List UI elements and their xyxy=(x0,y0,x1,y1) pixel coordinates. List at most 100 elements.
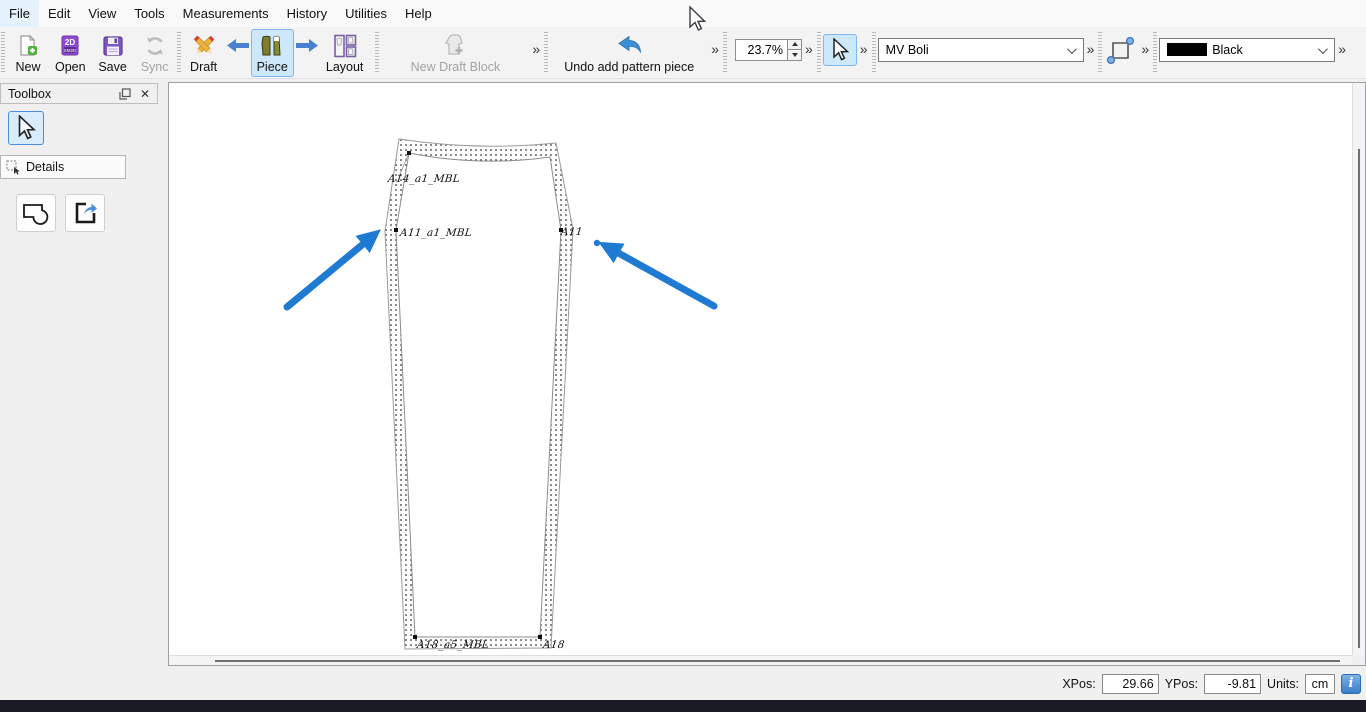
pattern-piece[interactable] xyxy=(385,139,573,649)
vertical-scrollbar-thumb[interactable] xyxy=(1358,149,1360,648)
sync-button-label: Sync xyxy=(141,60,169,74)
pointer-tool-button[interactable] xyxy=(823,34,857,66)
points-square-icon xyxy=(1105,34,1137,66)
sync-icon xyxy=(143,33,167,60)
toolbar-handle[interactable] xyxy=(177,32,181,74)
open-button[interactable]: 2D SM2D Open xyxy=(49,29,92,77)
color-select-value: Black xyxy=(1212,43,1243,57)
pointer-arrow-icon xyxy=(830,38,850,62)
export-icon xyxy=(72,200,98,226)
zoom-increase-button[interactable] xyxy=(788,40,801,50)
save-button-label: Save xyxy=(98,60,127,74)
overflow-chevron[interactable]: » xyxy=(1338,41,1346,57)
new-button[interactable]: New xyxy=(7,29,49,77)
menu-history[interactable]: History xyxy=(278,0,336,27)
new-document-icon xyxy=(16,33,40,60)
piece-mode-icon xyxy=(259,33,285,60)
scrollbar-corner xyxy=(1352,655,1365,665)
draft-mode-label: Draft xyxy=(190,60,217,74)
overflow-chevron[interactable]: » xyxy=(805,41,813,57)
toolbar-handle[interactable] xyxy=(1153,32,1157,74)
open-file-icon: 2D SM2D xyxy=(58,33,82,60)
arrow-right-icon xyxy=(295,37,319,54)
details-tab-label: Details xyxy=(26,160,64,174)
pattern-canvas[interactable]: A14_a1_MBL A11_a1_MBL A11 A18_a5_MBL A18 xyxy=(168,82,1366,666)
layout-mode-label: Layout xyxy=(326,60,364,74)
piece-mode-button[interactable]: Piece xyxy=(251,29,294,77)
horizontal-scrollbar-thumb[interactable] xyxy=(215,660,1340,662)
open-button-label: Open xyxy=(55,60,86,74)
pointer-arrow-icon xyxy=(15,115,37,141)
color-select[interactable]: Black xyxy=(1159,38,1335,62)
layout-mode-icon xyxy=(332,33,358,60)
undo-button[interactable]: Undo add pattern piece xyxy=(550,29,708,77)
label-position-tool-button[interactable] xyxy=(1104,34,1138,66)
units-label: Units: xyxy=(1267,677,1299,691)
save-button[interactable]: Save xyxy=(92,29,134,77)
menu-edit[interactable]: Edit xyxy=(39,0,79,27)
font-select[interactable]: MV Boli xyxy=(878,38,1084,62)
overflow-chevron[interactable]: » xyxy=(1087,41,1095,57)
horizontal-scrollbar[interactable] xyxy=(169,655,1352,665)
toolbar-handle[interactable] xyxy=(817,32,821,74)
canvas-drawing xyxy=(169,83,1365,665)
undo-icon xyxy=(616,33,642,60)
menu-tools[interactable]: Tools xyxy=(125,0,173,27)
menu-bar: File Edit View Tools Measurements Histor… xyxy=(0,0,1366,27)
color-swatch-black xyxy=(1167,43,1207,56)
overflow-chevron[interactable]: » xyxy=(532,41,540,57)
sync-button: Sync xyxy=(134,29,176,77)
zoom-spinbox[interactable]: 23.7% xyxy=(735,39,802,61)
main-area: Toolbox ✕ Details xyxy=(0,79,1366,667)
zoom-value[interactable]: 23.7% xyxy=(735,39,787,61)
draft-mode-button[interactable]: Draft xyxy=(183,29,225,77)
toolbox-titlebar[interactable]: Toolbox ✕ xyxy=(0,83,158,104)
toolbox-panel: Toolbox ✕ Details xyxy=(0,79,168,667)
xpos-field: 29.66 xyxy=(1102,674,1159,694)
layout-mode-button[interactable]: Layout xyxy=(320,29,370,77)
svg-text:SM2D: SM2D xyxy=(64,48,77,53)
pattern-label-a14[interactable]: A14_a1_MBL xyxy=(387,173,460,185)
toolbar-handle[interactable] xyxy=(723,32,727,74)
overflow-chevron[interactable]: » xyxy=(1141,41,1149,57)
overflow-chevron[interactable]: » xyxy=(711,41,719,57)
menu-measurements[interactable]: Measurements xyxy=(174,0,278,27)
toolbar-handle[interactable] xyxy=(1098,32,1102,74)
ypos-label: YPos: xyxy=(1165,677,1198,691)
menu-help[interactable]: Help xyxy=(396,0,441,27)
spin-up-icon xyxy=(792,42,798,46)
pattern-label-a11[interactable]: A11 xyxy=(560,226,583,238)
union-tool-button[interactable] xyxy=(16,194,56,232)
toolbar-handle[interactable] xyxy=(544,32,548,74)
info-button[interactable]: i xyxy=(1341,674,1361,694)
toolbar-handle[interactable] xyxy=(872,32,876,74)
overflow-chevron[interactable]: » xyxy=(860,41,868,57)
xpos-label: XPos: xyxy=(1062,677,1095,691)
union-tool-icon xyxy=(21,200,51,226)
menu-view[interactable]: View xyxy=(79,0,125,27)
zoom-decrease-button[interactable] xyxy=(788,49,801,60)
details-tab[interactable]: Details xyxy=(0,155,126,179)
windows-taskbar[interactable] xyxy=(0,700,1366,712)
spin-down-icon xyxy=(792,53,798,57)
pattern-label-a18-seam[interactable]: A18_a5_MBL xyxy=(416,639,489,651)
details-icon xyxy=(6,160,21,175)
font-select-value: MV Boli xyxy=(886,43,929,57)
annotation-dot xyxy=(594,240,600,246)
close-panel-icon[interactable]: ✕ xyxy=(137,86,153,102)
info-icon: i xyxy=(1349,676,1354,691)
new-draft-block-icon xyxy=(442,33,468,60)
vertical-scrollbar[interactable] xyxy=(1352,83,1365,655)
new-draft-block-button: New Draft Block xyxy=(381,29,529,77)
float-panel-icon[interactable] xyxy=(117,86,133,102)
toolbar-handle[interactable] xyxy=(375,32,379,74)
piece-mode-label: Piece xyxy=(257,60,288,74)
pattern-label-a18[interactable]: A18 xyxy=(542,639,565,651)
toolbar-handle[interactable] xyxy=(1,32,5,74)
toolbox-pointer-tool[interactable] xyxy=(8,111,44,145)
menu-file[interactable]: File xyxy=(0,0,39,27)
pattern-label-a11-seam[interactable]: A11_a1_MBL xyxy=(399,227,472,239)
export-pieces-button[interactable] xyxy=(65,194,105,232)
draft-pencils-icon xyxy=(191,33,217,60)
menu-utilities[interactable]: Utilities xyxy=(336,0,396,27)
